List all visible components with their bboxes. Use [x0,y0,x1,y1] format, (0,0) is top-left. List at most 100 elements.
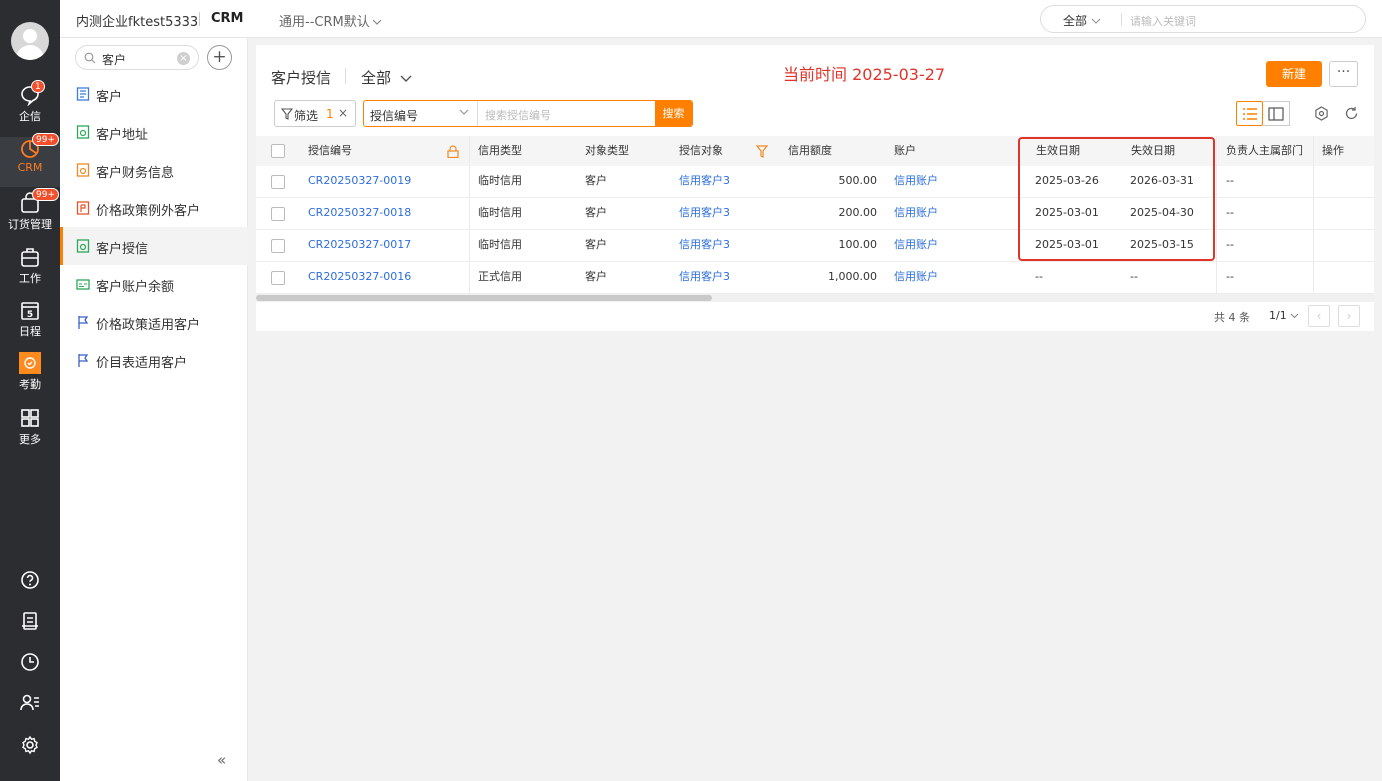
column-header[interactable]: 信用额度 [788,136,832,166]
nav-item-customer[interactable]: 客户 [60,75,248,113]
global-search-input[interactable]: 请输入关键词 [1130,13,1196,29]
credit-object-link[interactable]: 信用客户3 [679,262,730,293]
scope-selector[interactable]: 全部 [361,67,412,88]
horizontal-scrollbar[interactable] [256,294,1374,302]
nav-item-price-policy-exception[interactable]: 价格政策例外客户 [60,189,248,227]
credit-code-link[interactable]: CR20250327-0016 [308,262,411,293]
view-selector[interactable]: 通用--CRM默认 [279,11,382,30]
column-header[interactable]: 操作 [1322,136,1344,166]
credit-object-link[interactable]: 信用客户3 [679,166,730,197]
gear-icon[interactable] [20,735,40,755]
filter-icon[interactable] [756,145,768,158]
filter-button[interactable]: 筛选 1 × [274,100,356,127]
credit-object-link[interactable]: 信用客户3 [679,198,730,229]
search-input[interactable]: 搜索授信编号 [485,107,551,123]
account-link[interactable]: 信用账户 [894,198,938,229]
list-view-toggle[interactable] [1236,101,1263,126]
rail-item-attendance[interactable]: 考勤 [0,352,60,402]
select-all-checkbox[interactable] [271,144,285,158]
global-search[interactable]: 全部 请输入关键词 [1040,5,1366,33]
nav-search-input[interactable]: 客户 × [75,45,199,70]
nav-item-label: 客户账户余额 [96,280,175,295]
rail-item-more[interactable]: 更多 [0,407,60,457]
rail-label: 日程 [19,325,41,338]
credit-object-link[interactable]: 信用客户3 [679,230,730,261]
rail-item-qixin[interactable]: 1 企信 [0,80,60,134]
avatar[interactable] [11,22,49,60]
column-divider [1216,136,1217,166]
credit-type: 临时信用 [478,174,522,187]
column-header[interactable]: 负责人主属部门 [1226,136,1303,166]
table-row[interactable]: CR20250327-0016 正式信用 客户 信用客户3 1,000.00 信… [256,262,1374,294]
credit-code-link[interactable]: CR20250327-0018 [308,198,411,229]
total-count: 共 4 条 [1214,311,1250,324]
rail-badge: 1 [31,80,45,93]
nav-item-label: 价格政策适用客户 [96,318,201,333]
clock-icon[interactable] [20,652,40,672]
collapse-icon[interactable]: « [217,751,226,769]
owner-dept: -- [1226,270,1234,283]
credit-type: 临时信用 [478,206,522,219]
column-header[interactable]: 账户 [894,136,916,166]
rail-label: 订货管理 [8,218,52,231]
new-button[interactable]: 新建 [1266,61,1322,87]
contacts-icon[interactable] [20,693,40,713]
column-settings-icon[interactable] [1314,106,1329,121]
chevron-down-icon [1290,313,1299,319]
scrollbar-thumb[interactable] [256,295,712,301]
chevron-down-icon [459,109,469,115]
rail-item-order[interactable]: 99+ 订货管理 [0,188,60,242]
search-button[interactable]: 搜索 [655,101,692,126]
help-icon[interactable] [20,570,40,590]
nav-item-account-balance[interactable]: 客户账户余额 [60,265,248,303]
column-header[interactable]: 信用类型 [478,136,522,166]
account-link[interactable]: 信用账户 [894,262,938,293]
current-time-annotation: 当前时间 2025-03-27 [783,65,946,84]
clear-icon[interactable]: × [177,52,190,65]
next-page-button[interactable]: › [1338,305,1360,327]
owner-dept: -- [1226,174,1234,187]
credit-code-link[interactable]: CR20250327-0017 [308,230,411,261]
rail-item-crm[interactable]: 99+ CRM [0,133,60,187]
refresh-icon[interactable] [1344,106,1359,121]
row-checkbox[interactable] [271,175,285,189]
nav-item-customer-credit[interactable]: 客户授信 [60,227,248,265]
flag-blue-icon [78,354,89,367]
prev-page-button[interactable]: ‹ [1308,305,1330,327]
credit-amount: 1,000.00 [828,270,877,283]
column-divider [1216,198,1217,229]
row-checkbox[interactable] [271,239,285,253]
nav-item-customer-address[interactable]: 客户地址 [60,113,248,151]
column-header[interactable]: 对象类型 [585,136,629,166]
column-header[interactable]: 授信编号 [308,136,352,166]
account-link[interactable]: 信用账户 [894,166,938,197]
search-field-selector[interactable]: 授信编号 [370,107,418,124]
row-checkbox[interactable] [271,207,285,221]
clear-filter-icon[interactable]: × [338,106,348,120]
more-button[interactable]: ··· [1329,61,1358,87]
rail-item-calendar[interactable]: 5 日程 [0,299,60,349]
notes-icon[interactable] [20,611,40,631]
column-divider [1313,230,1314,261]
add-button[interactable]: + [207,45,232,70]
nav-item-customer-finance[interactable]: 客户财务信息 [60,151,248,189]
credit-code-link[interactable]: CR20250327-0019 [308,166,411,197]
rail-label: 工作 [19,272,41,285]
account-link[interactable]: 信用账户 [894,230,938,261]
chevron-down-icon [1091,18,1101,24]
column-divider [469,198,470,229]
column-divider [469,136,470,166]
pagination: 共 4 条 1/1 ‹ › [256,303,1374,331]
column-header[interactable]: 授信对象 [679,136,723,166]
search-scope[interactable]: 全部 [1063,12,1101,29]
column-divider [1313,166,1314,197]
nav-item-price-list-customer[interactable]: 价目表适用客户 [60,341,248,379]
nav-item-price-policy-customer[interactable]: 价格政策适用客户 [60,303,248,341]
page-indicator: 1/1 [1269,309,1287,322]
row-checkbox[interactable] [271,271,285,285]
page-selector[interactable]: 1/1 [1269,309,1299,322]
divider [345,68,346,84]
split-view-toggle[interactable] [1263,101,1290,126]
credit-type: 临时信用 [478,238,522,251]
rail-item-work[interactable]: 工作 [0,246,60,296]
